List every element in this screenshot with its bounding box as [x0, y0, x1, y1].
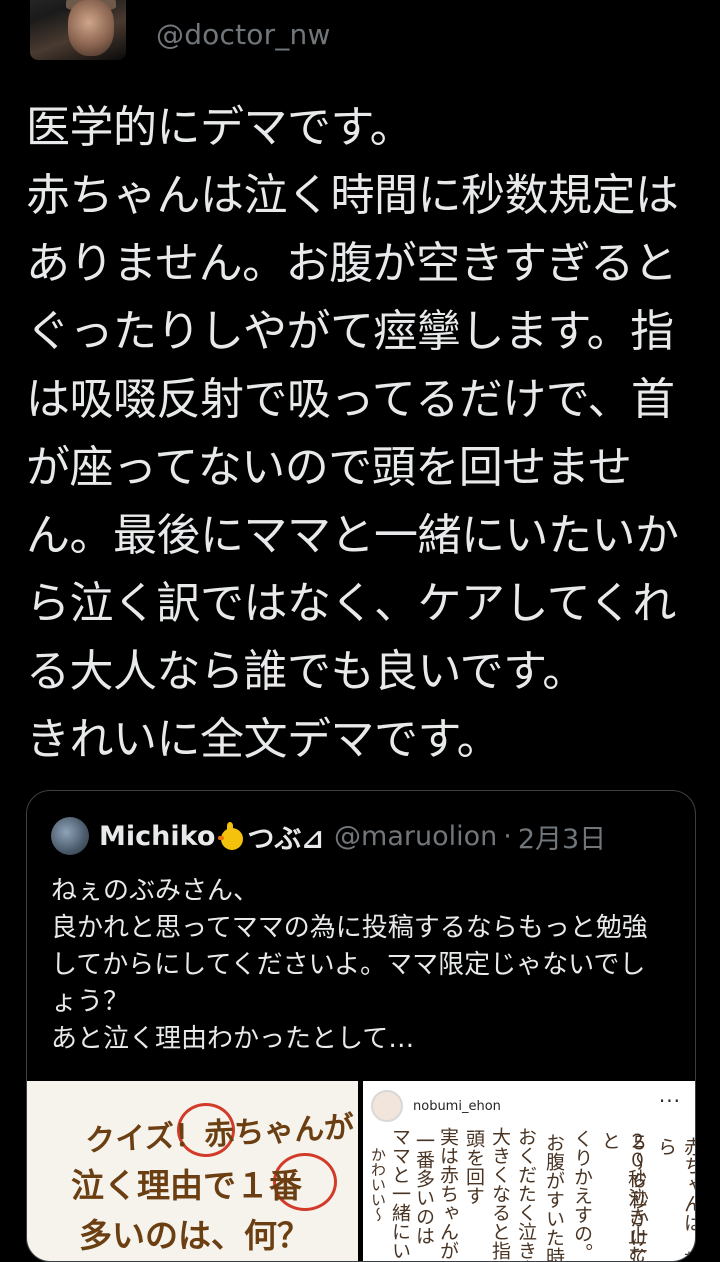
- quote-text: ねぇのぶみさん、 良かれと思ってママの為に投稿するならもっと勉強してからにしてく…: [51, 876, 648, 1054]
- instagram-account: nobumi_ehon: [413, 1098, 501, 1114]
- chick-icon: [217, 822, 245, 850]
- quote-header: Michiko つぶ⊿ @maruolion · 2月3日: [99, 817, 606, 855]
- quote-image-right[interactable]: nobumi_ehon ··· 赤ちゃんは、頼ら ５〜６秒かけて ２０秒泣き止む…: [363, 1081, 695, 1262]
- handwritten-column: おくだたく泣き声: [515, 1127, 537, 1262]
- quote-author-handle[interactable]: @maruolion: [334, 821, 497, 852]
- handwritten-column: 一番多いのは: [413, 1131, 435, 1245]
- image-caption-line: クイズ！赤ちゃんが: [84, 1109, 356, 1160]
- instagram-avatar: [371, 1090, 403, 1122]
- handwritten-column: 実は赤ちゃんが: [437, 1127, 459, 1260]
- quote-separator: ·: [503, 820, 512, 852]
- image-caption-line: 泣く理由で１番: [71, 1166, 302, 1205]
- handwritten-column: くりかえすの。: [571, 1129, 593, 1262]
- handwritten-column: 赤ちゃんは、頼ら: [655, 1137, 695, 1262]
- quote-author-name-suffix[interactable]: つぶ⊿: [247, 817, 324, 856]
- more-icon[interactable]: ···: [659, 1089, 681, 1113]
- tweet-text: 医学的にデマです。 赤ちゃんは泣く時間に秒数規定はありません。お腹が空きすぎると…: [26, 102, 679, 765]
- author-handle[interactable]: @doctor_nw: [156, 18, 331, 51]
- quote-avatar[interactable]: [51, 817, 89, 855]
- handwritten-column: 頭を回す: [463, 1129, 485, 1205]
- author-avatar[interactable]: [30, 0, 126, 60]
- quote-author-name[interactable]: Michiko: [99, 821, 215, 852]
- quote-date[interactable]: 2月3日: [518, 817, 606, 856]
- handwritten-column: ２０秒泣き止むと: [599, 1131, 647, 1262]
- instagram-header: nobumi_ehon: [371, 1090, 501, 1122]
- handwritten-column: お腹がすいた時: [543, 1133, 565, 1262]
- handwritten-column: 大きくなると指を: [489, 1127, 511, 1262]
- quote-image-left[interactable]: クイズ！赤ちゃんが 泣く理由で１番 多いのは、何？: [27, 1081, 358, 1261]
- quoted-tweet[interactable]: Michiko つぶ⊿ @maruolion · 2月3日 ねぇのぶみさん、 良…: [26, 790, 696, 1262]
- avatar-face: [68, 0, 114, 56]
- handwritten-column: かわいい〜: [369, 1147, 387, 1222]
- image-caption-line: 多いのは、何？: [79, 1216, 310, 1255]
